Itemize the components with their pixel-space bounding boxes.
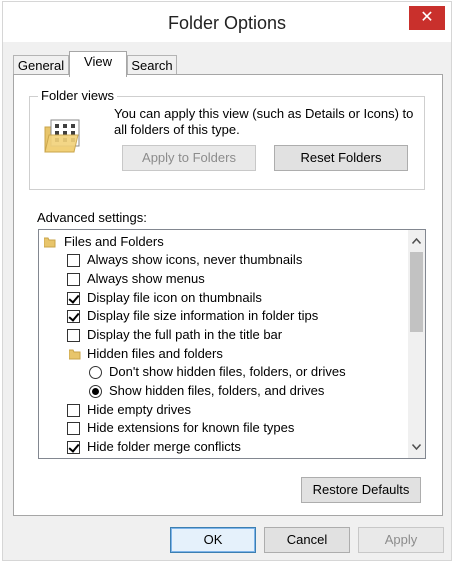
- close-icon: ✕: [420, 9, 434, 26]
- tree-item-label: Hide extensions for known file types: [87, 420, 295, 435]
- tree-item-label: Always show icons, never thumbnails: [87, 252, 303, 267]
- tab-general[interactable]: General: [13, 55, 69, 76]
- tree-item-label: Show hidden files, folders, and drives: [109, 383, 325, 398]
- ok-button[interactable]: OK: [170, 527, 256, 553]
- radio-button[interactable]: [89, 366, 102, 379]
- window-title: Folder Options: [167, 13, 287, 33]
- folder-views-legend: Folder views: [38, 88, 117, 103]
- scroll-thumb[interactable]: [410, 252, 423, 332]
- checkbox[interactable]: [67, 254, 80, 267]
- tree-item-label: Hide folder merge conflicts: [87, 439, 241, 454]
- tree-item-label: Hidden files and folders: [87, 346, 223, 361]
- apply-to-folders-button[interactable]: Apply to Folders: [122, 145, 256, 171]
- tab-search[interactable]: Search: [127, 55, 177, 76]
- tree-item-label: Display file size information in folder …: [87, 308, 319, 323]
- scroll-down-icon[interactable]: [408, 438, 425, 455]
- folder-view-icon: [44, 119, 80, 153]
- folder-views-description: You can apply this view (such as Details…: [114, 106, 414, 137]
- radio-button[interactable]: [89, 385, 102, 398]
- checkbox[interactable]: [67, 329, 80, 342]
- advanced-settings-label: Advanced settings:: [37, 210, 147, 225]
- checkbox[interactable]: [67, 310, 80, 323]
- folder-options-dialog: Folder Options ✕ General View Search Fol…: [2, 1, 452, 561]
- folder-icon: [44, 237, 56, 248]
- advanced-settings-tree[interactable]: Files and Folders Always show icons, nev…: [38, 229, 426, 459]
- cancel-button[interactable]: Cancel: [264, 527, 350, 553]
- checkbox[interactable]: [67, 273, 80, 286]
- tree-item-label: Display file icon on thumbnails: [87, 290, 262, 305]
- checkbox[interactable]: [67, 422, 80, 435]
- folder-views-group: Folder views You can apply this view (su…: [29, 88, 425, 190]
- checkbox[interactable]: [67, 292, 80, 305]
- folder-icon: [69, 349, 81, 360]
- apply-button[interactable]: Apply: [358, 527, 444, 553]
- close-button[interactable]: ✕: [409, 6, 445, 30]
- tree-item-label: Hide empty drives: [87, 402, 192, 417]
- title-bar[interactable]: Folder Options ✕: [3, 2, 451, 42]
- tree-item-label: Display the full path in the title bar: [87, 327, 283, 342]
- tree-item-label: Always show menus: [87, 271, 205, 286]
- scroll-up-icon[interactable]: [408, 232, 425, 249]
- tab-view[interactable]: View: [69, 51, 127, 77]
- tree-item-label: Don't show hidden files, folders, or dri…: [109, 364, 346, 379]
- restore-defaults-button[interactable]: Restore Defaults: [301, 477, 421, 503]
- vertical-scrollbar[interactable]: [408, 230, 425, 458]
- reset-folders-button[interactable]: Reset Folders: [274, 145, 408, 171]
- checkbox[interactable]: [67, 441, 80, 454]
- tree-item-label: Files and Folders: [64, 234, 164, 249]
- checkbox[interactable]: [67, 404, 80, 417]
